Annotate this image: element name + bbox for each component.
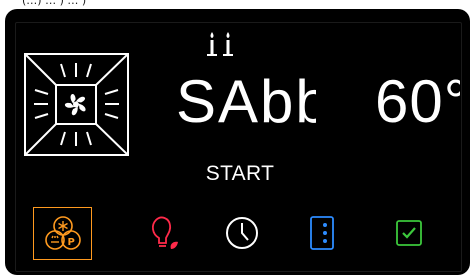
options-menu-icon bbox=[310, 216, 334, 250]
functions-button[interactable]: P bbox=[33, 207, 92, 260]
fan-pizza-functions-icon: P bbox=[44, 215, 81, 250]
options-button[interactable] bbox=[295, 206, 349, 260]
clock-icon bbox=[226, 217, 258, 249]
light-bulb-icon bbox=[152, 216, 178, 249]
checkbox-confirm-icon bbox=[396, 220, 422, 246]
mode-text: SAbb bbox=[176, 70, 316, 128]
fan-heat-icon bbox=[24, 53, 129, 156]
confirm-button[interactable] bbox=[382, 206, 436, 260]
temperature-text: 60° bbox=[375, 70, 460, 128]
mode-display: SAbb bbox=[176, 70, 316, 128]
svg-text:P: P bbox=[67, 237, 74, 248]
temperature-display: 60° bbox=[375, 70, 460, 128]
cropped-top-text: (…) … ) … ) bbox=[22, 0, 87, 7]
start-button[interactable]: START bbox=[205, 162, 275, 186]
candles-icon bbox=[207, 32, 233, 56]
light-button[interactable] bbox=[135, 206, 189, 260]
timer-button[interactable] bbox=[215, 206, 269, 260]
